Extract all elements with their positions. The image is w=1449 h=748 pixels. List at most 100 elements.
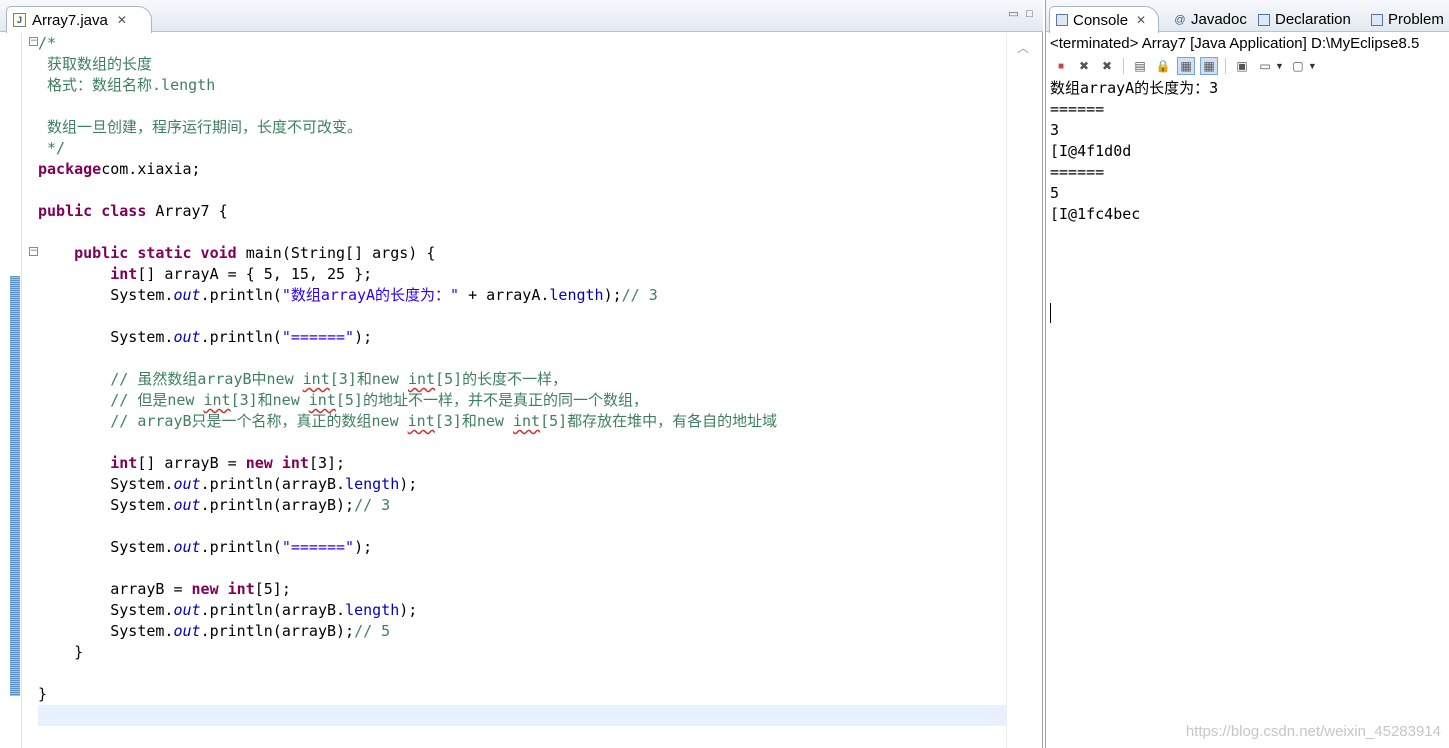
close-icon[interactable]: ✕	[117, 13, 127, 27]
display-console-icon[interactable]: ▭	[1256, 57, 1274, 75]
code-token: [5]的地址不一样，并不是真正的同一个数组，	[335, 391, 648, 409]
code-token: main(String[] args) {	[236, 244, 436, 262]
tab-console[interactable]: Console ✕	[1049, 6, 1160, 33]
clear-console-icon[interactable]: ▤	[1131, 57, 1149, 75]
close-icon[interactable]: ✕	[1136, 13, 1146, 27]
code-token: int	[407, 370, 436, 388]
tab-label: Console	[1073, 11, 1129, 29]
code-token: length	[345, 601, 400, 619]
code-token: System.	[38, 286, 174, 304]
code-token: .println(	[200, 538, 282, 556]
editor-window-controls: ▭ □	[1008, 9, 1035, 20]
java-file-icon: J	[13, 13, 26, 27]
code-token: length	[345, 475, 400, 493]
show-on-stdout-icon[interactable]: ▦	[1177, 57, 1195, 75]
code-token: length	[549, 286, 604, 304]
code-token: }	[38, 643, 84, 661]
tab-label: Javadoc	[1191, 11, 1247, 28]
declaration-icon	[1258, 13, 1270, 26]
console-output[interactable]: 数组arrayA的长度为：3 ====== 3 [I@4f1d0d ======…	[1050, 78, 1219, 323]
console-icon	[1056, 14, 1068, 26]
code-token: /*	[38, 34, 57, 52]
remove-launch-icon[interactable]: ✖	[1075, 57, 1093, 75]
code-token: .println(	[200, 286, 282, 304]
code-token: System.	[38, 328, 174, 346]
code-token: // arrayB只是一个名称，真正的数组new	[38, 412, 408, 430]
code-token: arrayB =	[38, 580, 192, 598]
code-token: );	[354, 538, 373, 556]
editor-tab-array7[interactable]: J Array7.java ✕	[6, 6, 152, 33]
code-line: // arrayB只是一个名称，真正的数组new int[3]和new int[…	[38, 411, 1006, 432]
overview-ruler: ︿	[1006, 33, 1042, 748]
text-caret	[1050, 303, 1051, 323]
code-token: int	[110, 454, 138, 472]
console-line: ======	[1050, 163, 1105, 181]
code-token: System.	[38, 622, 174, 640]
code-area[interactable]: /* 获取数组的长度 格式：数组名称.length 数组一旦创建，程序运行期间，…	[38, 33, 1006, 726]
code-line: }	[38, 642, 1006, 663]
code-token: out	[173, 538, 201, 556]
open-console-icon[interactable]: ▢	[1289, 57, 1307, 75]
tab-problems[interactable]: Problem	[1371, 6, 1444, 33]
code-token: [3]和new	[329, 370, 408, 388]
code-line: System.out.println(arrayB.length);	[38, 474, 1006, 495]
code-token: int	[512, 412, 541, 430]
code-token: new	[245, 454, 273, 472]
code-line: int[] arrayA = { 5, 15, 25 };	[38, 264, 1006, 285]
code-token: "======"	[281, 538, 355, 556]
code-token: [5]的长度不一样，	[435, 370, 568, 388]
minimize-icon[interactable]: ▭	[1008, 9, 1019, 20]
code-token: int	[302, 370, 330, 388]
code-token: System.	[38, 601, 174, 619]
code-token: 获取数组的长度	[38, 55, 153, 73]
code-token: package	[38, 160, 102, 178]
code-line: public class Array7 {	[38, 201, 1006, 222]
tab-declaration[interactable]: Declaration	[1258, 6, 1351, 33]
watermark: https://blog.csdn.net/weixin_45283914	[1185, 723, 1441, 740]
code-line	[38, 705, 1006, 726]
console-line: 数组arrayA的长度为：3	[1050, 79, 1219, 97]
code-token: "数组arrayA的长度为："	[281, 286, 460, 304]
editor-tab-bar: J Array7.java ✕ ▭ □	[0, 0, 1043, 33]
terminate-icon[interactable]: ■	[1052, 57, 1070, 75]
maximize-icon[interactable]: □	[1024, 9, 1035, 20]
code-token: + arrayA.	[459, 286, 550, 304]
tab-javadoc[interactable]: @ Javadoc	[1174, 6, 1247, 33]
code-token: out	[173, 475, 201, 493]
console-line: [I@4f1d0d	[1050, 142, 1132, 160]
chevron-down-icon[interactable]: ▼	[1275, 61, 1284, 71]
console-line: 3	[1050, 121, 1060, 139]
pin-console-icon[interactable]: ▣	[1233, 57, 1251, 75]
code-token: */	[38, 139, 66, 157]
chevron-down-icon[interactable]: ▼	[1308, 61, 1317, 71]
show-on-stderr-icon[interactable]: ▦	[1200, 57, 1218, 75]
code-token: }	[38, 685, 48, 703]
remove-all-icon[interactable]: ✖	[1098, 57, 1116, 75]
fold-collapse-icon[interactable]: −	[29, 247, 38, 256]
scroll-up-icon[interactable]: ︿	[1017, 39, 1029, 56]
code-line: packagecom.xiaxia;	[38, 159, 1006, 180]
scroll-lock-icon[interactable]: 🔒	[1154, 57, 1172, 75]
change-bar	[10, 276, 20, 696]
fold-collapse-icon[interactable]: −	[29, 37, 38, 46]
code-token: 数组一旦创建，程序运行期间，长度不可改变。	[38, 118, 363, 136]
code-token: System.	[38, 538, 174, 556]
code-token: public class	[38, 202, 147, 220]
code-line: // 但是new int[3]和new int[5]的地址不一样，并不是真正的同…	[38, 390, 1006, 411]
problems-icon	[1371, 13, 1383, 26]
code-token: out	[173, 286, 201, 304]
editor-tab-label: Array7.java	[32, 11, 108, 29]
code-token: .println(arrayB);	[200, 496, 355, 514]
code-token: [5];	[254, 580, 291, 598]
code-line: System.out.println(arrayB);// 3	[38, 495, 1006, 516]
code-token: [5]都存放在堆中，有各自的地址域	[540, 412, 778, 430]
code-line: System.out.println("======");	[38, 537, 1006, 558]
code-token: );	[399, 601, 418, 619]
code-line: 格式：数组名称.length	[38, 75, 1006, 96]
toolbar-separator	[1123, 58, 1124, 74]
console-line: 5	[1050, 184, 1060, 202]
code-token: int	[272, 454, 309, 472]
